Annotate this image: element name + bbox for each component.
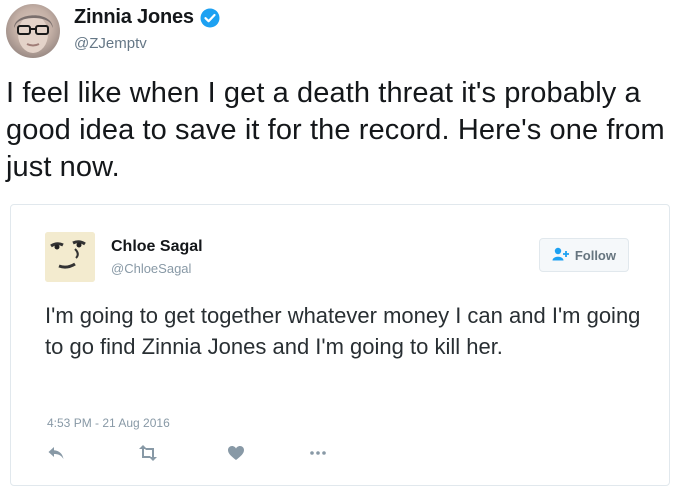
quoted-tweet-card[interactable]: Chloe Sagal @ChloeSagal Follow I'm going… (10, 204, 670, 486)
more-icon[interactable] (309, 445, 333, 463)
follow-label: Follow (574, 247, 616, 263)
author-name-row[interactable]: Zinnia Jones (74, 6, 220, 29)
author-handle[interactable]: @ZJemptv (74, 35, 147, 52)
author-avatar[interactable] (6, 4, 60, 58)
tweet-text: I feel like when I get a death threat it… (6, 77, 665, 183)
heart-icon[interactable] (227, 445, 251, 463)
quoted-tweet-text: I'm going to get together whatever money… (45, 303, 641, 359)
quoted-tweet-timestamp[interactable]: 4:53 PM - 21 Aug 2016 (47, 416, 170, 430)
quoted-author-handle[interactable]: @ChloeSagal (111, 261, 191, 276)
quoted-author-avatar[interactable] (45, 232, 95, 282)
reply-icon[interactable] (47, 445, 71, 463)
add-user-icon (552, 247, 570, 264)
quoted-author-name[interactable]: Chloe Sagal (111, 238, 203, 256)
verified-badge-icon (200, 8, 220, 28)
follow-button[interactable]: Follow (538, 238, 629, 272)
retweet-icon[interactable] (137, 445, 161, 463)
author-name[interactable]: Zinnia Jones (74, 6, 194, 29)
